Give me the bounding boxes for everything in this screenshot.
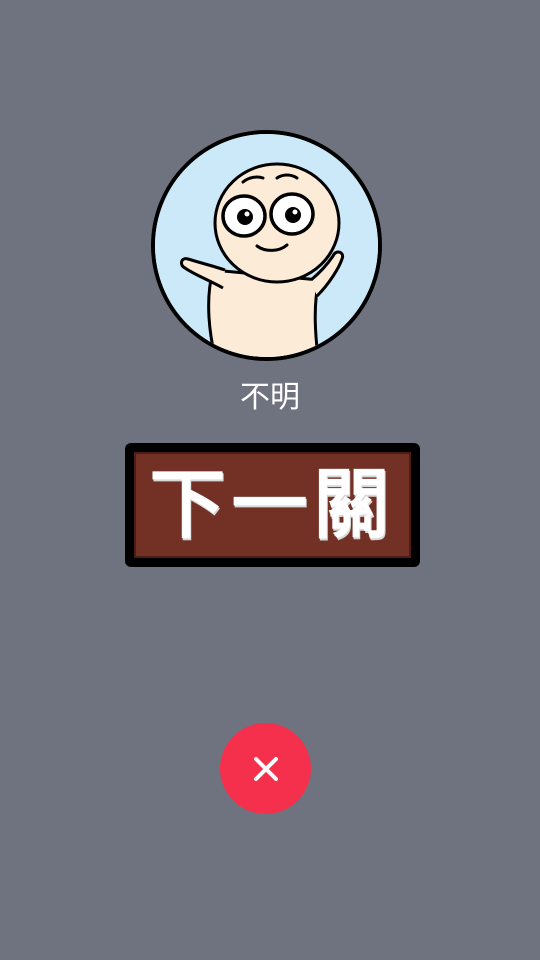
- next-level-label: 下一關: [149, 460, 396, 549]
- caller-avatar: [151, 130, 382, 361]
- next-level-banner: 下一關: [125, 443, 420, 567]
- next-level-panel: 下一關: [134, 452, 411, 558]
- caller-name: 不明: [240, 380, 300, 415]
- cartoon-character-image: [155, 134, 378, 357]
- decline-call-button[interactable]: [220, 723, 311, 814]
- close-icon: [253, 756, 278, 781]
